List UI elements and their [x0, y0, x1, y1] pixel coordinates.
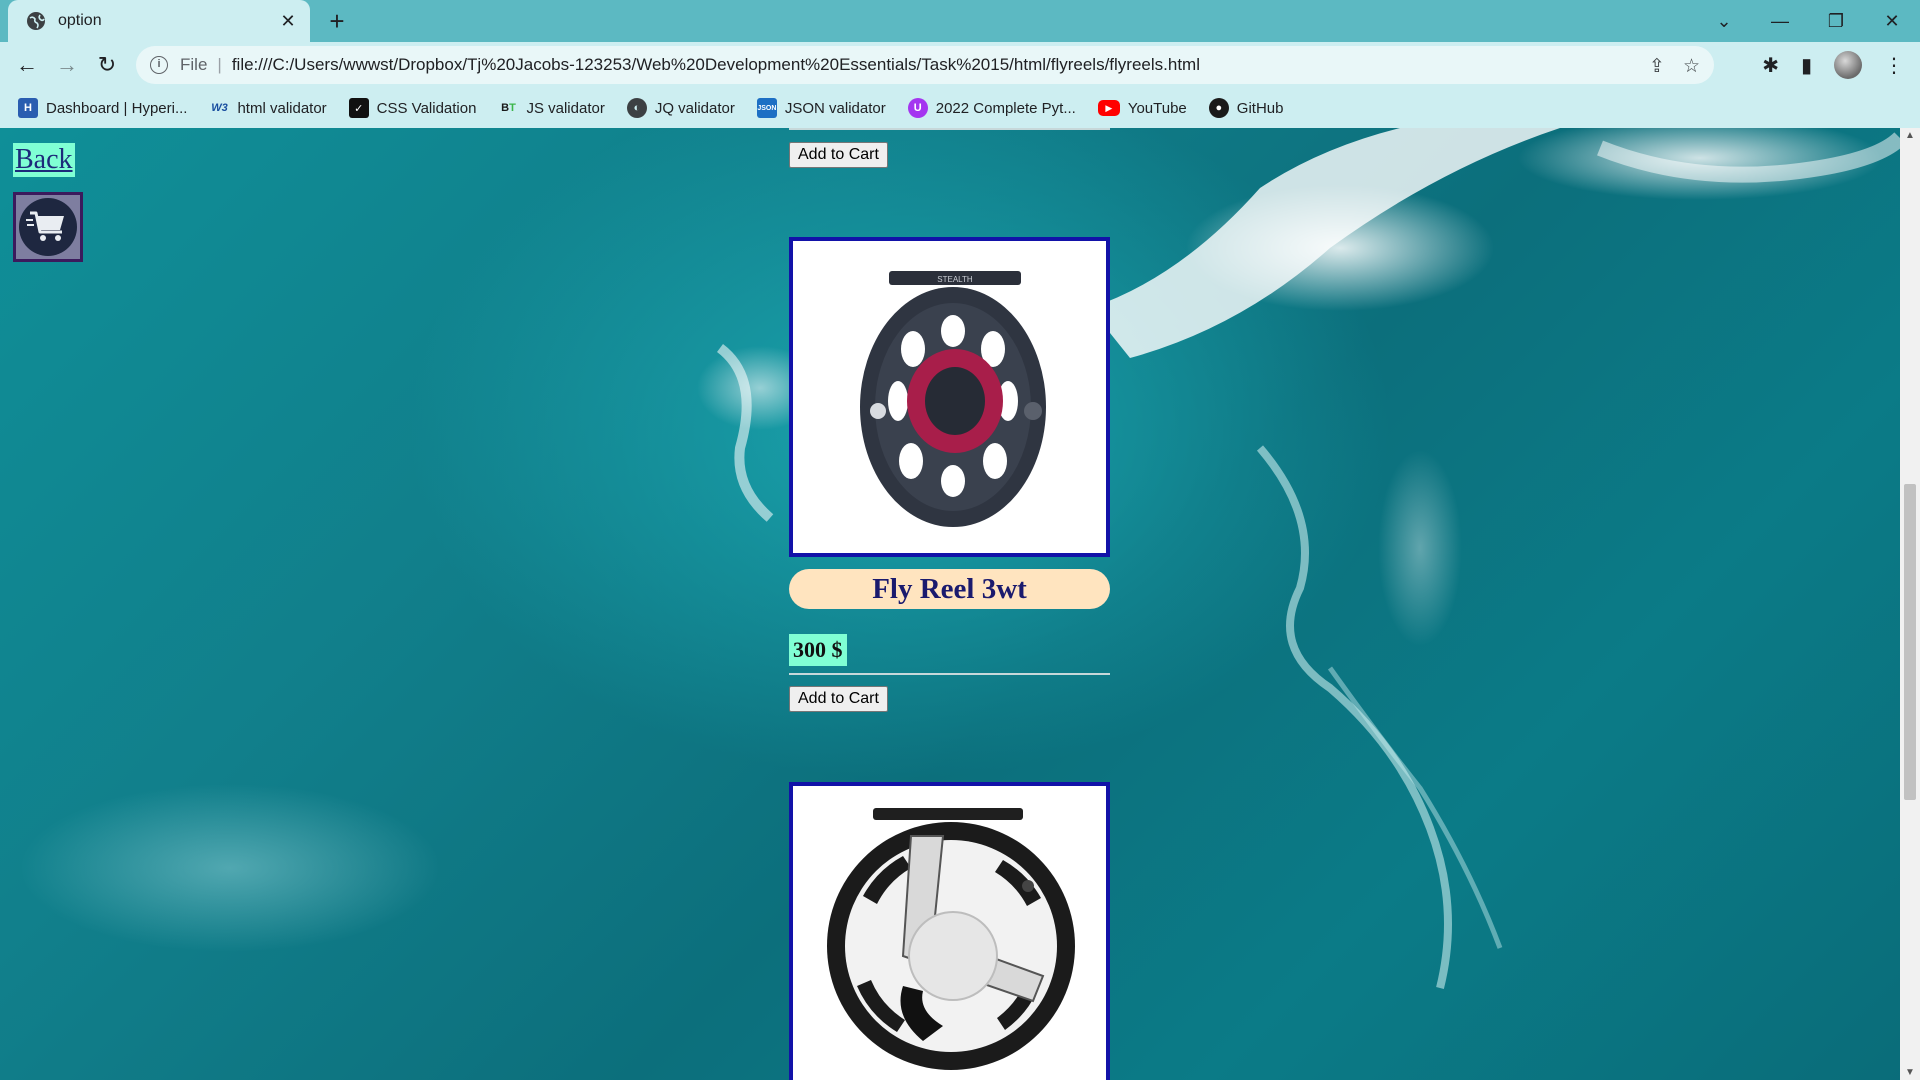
- w3c-icon: W3: [211, 102, 228, 114]
- site-info-icon[interactable]: i: [150, 56, 168, 74]
- cart-icon: [19, 198, 77, 256]
- bookmarks-bar: H Dashboard | Hyperi... W3 html validato…: [0, 88, 1920, 128]
- tab-strip: option ✕ + ⌄ — ❐ ✕: [0, 0, 1920, 42]
- bookmark-item[interactable]: ◐ JQ validator: [626, 98, 735, 118]
- url-text: file:///C:/Users/wwwst/Dropbox/Tj%20Jaco…: [231, 55, 1200, 74]
- menu-kebab-icon[interactable]: ⋮: [1884, 53, 1904, 78]
- share-icon[interactable]: ⇪: [1649, 55, 1665, 78]
- tab-search-icon[interactable]: ⌄: [1696, 11, 1752, 32]
- svg-text:STEALTH: STEALTH: [937, 275, 973, 284]
- bookmark-item[interactable]: JSON JSON validator: [756, 98, 886, 118]
- page-viewport: Back Add to Cart STEALTH Fly Reel 3wt 30…: [0, 128, 1920, 1080]
- scroll-down-icon[interactable]: ▼: [1900, 1067, 1920, 1078]
- forward-arrow-icon[interactable]: →: [52, 50, 82, 80]
- tab-option[interactable]: option ✕: [8, 0, 310, 42]
- youtube-icon: ▶: [1097, 100, 1120, 116]
- divider: [789, 673, 1110, 675]
- github-icon: ●: [1208, 98, 1229, 118]
- bookmark-label: CSS Validation: [376, 99, 477, 117]
- window-controls: ⌄ — ❐ ✕: [1696, 0, 1920, 42]
- bookmark-label: html validator: [237, 99, 327, 117]
- close-window-icon[interactable]: ✕: [1864, 11, 1920, 32]
- address-bar[interactable]: i File | file:///C:/Users/wwwst/Dropbox/…: [136, 46, 1714, 84]
- tab-title: option: [58, 12, 102, 29]
- hyperiondev-icon: H: [18, 98, 38, 118]
- udemy-icon: U: [907, 98, 928, 118]
- profile-avatar[interactable]: [1834, 51, 1862, 79]
- separator: |: [217, 55, 222, 74]
- css-validator-icon: ✓: [348, 98, 369, 118]
- new-tab-button[interactable]: +: [322, 6, 352, 36]
- back-arrow-icon[interactable]: ←: [12, 50, 42, 80]
- fly-reel-image: STEALTH: [793, 241, 1106, 553]
- scheme-label: File: [180, 55, 208, 74]
- bookmark-label: 2022 Complete Pyt...: [935, 99, 1076, 117]
- bookmark-item[interactable]: U 2022 Complete Pyt...: [907, 98, 1076, 118]
- extensions-puzzle-icon[interactable]: ✱: [1762, 53, 1779, 78]
- json-icon: JSON: [756, 98, 777, 118]
- cart-button[interactable]: [13, 192, 83, 262]
- bookmark-label: GitHub: [1236, 99, 1284, 117]
- globe-icon: [27, 12, 45, 30]
- bookmark-item[interactable]: ✓ CSS Validation: [348, 98, 477, 118]
- fly-reel-image: [793, 786, 1106, 1080]
- bookmark-label: JS validator: [526, 99, 605, 117]
- product-image-card[interactable]: STEALTH: [789, 237, 1110, 557]
- browser-chrome: option ✕ + ⌄ — ❐ ✕ ← → ↻ i File | file:/…: [0, 0, 1920, 128]
- product-name: Fly Reel 3wt: [789, 569, 1110, 609]
- bookmark-item[interactable]: W3 html validator: [209, 98, 326, 118]
- scroll-up-icon[interactable]: ▲: [1900, 130, 1920, 141]
- back-link[interactable]: Back: [13, 143, 75, 177]
- bookmark-star-icon[interactable]: ☆: [1683, 55, 1700, 78]
- extension-area: ✱ ▮ ⋮: [1762, 46, 1904, 84]
- globe-icon: ◐: [626, 98, 647, 118]
- bt-icon: BT: [501, 102, 516, 114]
- bookmark-item[interactable]: ▶ YouTube: [1097, 99, 1187, 117]
- bookmark-item[interactable]: H Dashboard | Hyperi...: [18, 98, 187, 118]
- add-to-cart-button[interactable]: Add to Cart: [789, 142, 888, 168]
- reload-icon[interactable]: ↻: [92, 50, 122, 80]
- add-to-cart-button[interactable]: Add to Cart: [789, 686, 888, 712]
- scrollbar-thumb[interactable]: [1904, 484, 1916, 800]
- side-panel-icon[interactable]: ▮: [1801, 53, 1812, 78]
- page-scrollbar[interactable]: ▲ ▼: [1900, 128, 1920, 1080]
- bookmark-item[interactable]: ● GitHub: [1208, 98, 1284, 118]
- product-image-card[interactable]: [789, 782, 1110, 1080]
- restore-icon[interactable]: ❐: [1808, 11, 1864, 32]
- bookmark-item[interactable]: BT JS validator: [498, 98, 605, 118]
- bookmark-label: JQ validator: [654, 99, 735, 117]
- divider: [789, 128, 1110, 130]
- tab-close-icon[interactable]: ✕: [278, 11, 298, 32]
- browser-toolbar: ← → ↻ i File | file:///C:/Users/wwwst/Dr…: [0, 42, 1920, 88]
- bookmark-label: JSON validator: [784, 99, 886, 117]
- product-price: 300 $: [789, 634, 847, 666]
- omnibox-actions: ⇪ ☆: [1649, 55, 1700, 78]
- bookmark-label: Dashboard | Hyperi...: [46, 99, 188, 117]
- minimize-icon[interactable]: —: [1752, 11, 1808, 32]
- bookmark-label: YouTube: [1127, 99, 1187, 117]
